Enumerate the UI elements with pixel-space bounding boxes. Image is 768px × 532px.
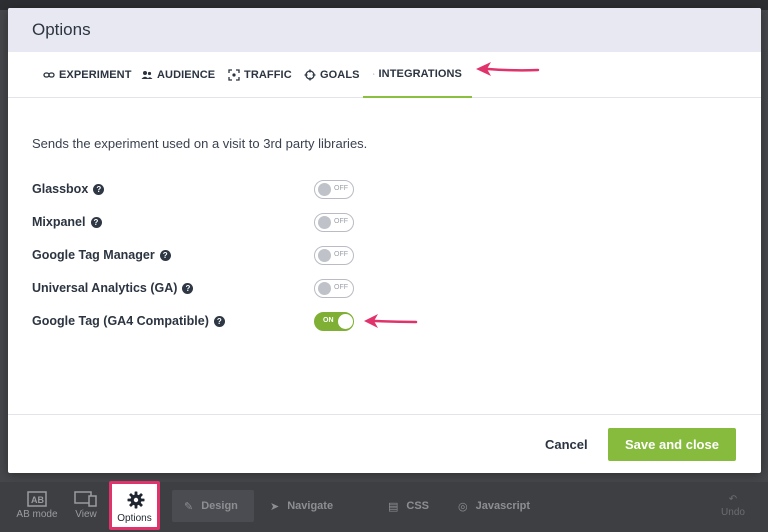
navigate-label: Navigate	[287, 500, 334, 512]
integration-label: Universal Analytics (GA)	[32, 281, 178, 295]
glassbox-toggle[interactable]: OFF	[314, 180, 354, 199]
integration-row-mixpanel: Mixpanel ? OFF	[32, 213, 362, 233]
toggle-state: ON	[323, 317, 334, 324]
tab-integrations[interactable]: INTEGRATIONS	[363, 52, 472, 98]
design-button[interactable]: ✎ Design	[172, 490, 254, 522]
integration-label: Mixpanel	[32, 215, 86, 229]
toggle-knob	[318, 282, 331, 295]
tab-goals[interactable]: GOALS	[304, 52, 360, 98]
undo-icon: ↶	[728, 494, 738, 505]
help-icon[interactable]: ?	[159, 249, 171, 261]
gear-icon	[127, 491, 145, 509]
tab-audience[interactable]: AUDIENCE	[141, 52, 215, 98]
ab-mode-button[interactable]: AB AB mode	[14, 491, 60, 520]
google-tag-manager-toggle[interactable]: OFF	[314, 246, 354, 265]
integration-row-google-tag-ga4: Google Tag (GA4 Compatible) ? ON	[32, 312, 362, 332]
css-label: CSS	[406, 500, 430, 512]
svg-text:AB: AB	[31, 495, 44, 505]
devices-icon	[74, 491, 97, 507]
link-icon	[43, 72, 55, 78]
tab-traffic[interactable]: TRAFFIC	[228, 52, 292, 98]
tab-experiment[interactable]: EXPERIMENT	[43, 52, 132, 98]
navigate-icon: ➤	[270, 500, 280, 513]
help-icon[interactable]: ?	[182, 282, 194, 294]
javascript-label: Javascript	[475, 500, 531, 512]
navigate-button[interactable]: ➤ Navigate	[258, 490, 348, 522]
help-icon[interactable]: ?	[93, 183, 105, 195]
options-label: Options	[117, 513, 152, 524]
toggle-knob	[318, 216, 331, 229]
integration-row-glassbox: Glassbox ? OFF	[32, 180, 362, 200]
javascript-icon: ◎	[458, 500, 468, 513]
target-icon	[304, 69, 316, 81]
users-icon	[141, 71, 153, 79]
modal-title: Options	[32, 20, 91, 39]
toggle-state: OFF	[334, 218, 348, 225]
toggle-state: OFF	[334, 185, 348, 192]
toggle-knob	[318, 183, 331, 196]
options-modal: Options EXPERIMENT AUDIENCE TRAFFIC GOAL…	[8, 8, 761, 473]
annotation-arrow-tab	[476, 62, 540, 76]
toggle-knob	[318, 249, 331, 262]
tab-bar: EXPERIMENT AUDIENCE TRAFFIC GOALS INTEGR…	[8, 52, 761, 98]
view-label: View	[75, 509, 97, 520]
integration-label: Google Tag (GA4 Compatible)	[32, 314, 209, 328]
help-icon[interactable]: ?	[213, 315, 225, 327]
universal-analytics-toggle[interactable]: OFF	[314, 279, 354, 298]
pencil-icon: ✎	[184, 500, 194, 513]
integration-label: Glassbox	[32, 182, 89, 196]
css-button[interactable]: ▤ CSS	[376, 490, 442, 522]
ab-mode-label: AB mode	[16, 509, 58, 520]
view-button[interactable]: View	[70, 491, 102, 520]
options-button[interactable]: Options	[109, 481, 160, 530]
help-icon[interactable]: ?	[90, 216, 102, 228]
tab-goals-label: GOALS	[320, 69, 360, 81]
undo-label: Undo	[721, 507, 745, 518]
tab-experiment-label: EXPERIMENT	[59, 69, 132, 81]
integration-label: Google Tag Manager	[32, 248, 155, 262]
mixpanel-toggle[interactable]: OFF	[314, 213, 354, 232]
tab-integrations-label: INTEGRATIONS	[378, 68, 462, 80]
javascript-button[interactable]: ◎ Javascript	[446, 490, 546, 522]
modal-footer: Cancel Save and close	[8, 414, 761, 473]
design-label: Design	[201, 500, 238, 512]
undo-button[interactable]: ↶ Undo	[716, 494, 750, 518]
css-icon: ▤	[388, 500, 399, 513]
integration-row-universal-analytics: Universal Analytics (GA) ? OFF	[32, 279, 362, 299]
cancel-button[interactable]: Cancel	[545, 437, 588, 452]
integrations-description: Sends the experiment used on a visit to …	[32, 136, 368, 151]
save-and-close-button[interactable]: Save and close	[608, 428, 736, 461]
google-tag-ga4-toggle[interactable]: ON	[314, 312, 354, 331]
annotation-arrow-toggle	[364, 314, 418, 328]
toggle-state: OFF	[334, 251, 348, 258]
integration-row-google-tag-manager: Google Tag Manager ? OFF	[32, 246, 362, 266]
modal-header: Options	[8, 8, 761, 52]
tab-audience-label: AUDIENCE	[157, 69, 216, 81]
toggle-knob	[338, 314, 353, 329]
bell-icon	[373, 73, 375, 75]
traffic-icon	[228, 69, 240, 81]
toggle-state: OFF	[334, 284, 348, 291]
tab-traffic-label: TRAFFIC	[244, 69, 292, 81]
ab-icon: AB	[27, 491, 47, 507]
